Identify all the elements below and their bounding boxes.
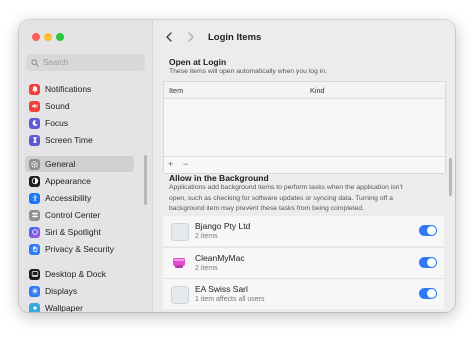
back-button[interactable] [162,30,176,44]
sidebar-item-accessibility[interactable]: Accessibility [25,190,134,206]
app-name: CleanMyMac [195,253,245,263]
sidebar-item-displays[interactable]: Displays [25,283,134,299]
sidebar-item-sound[interactable]: Sound [25,98,134,114]
settings-window: Search Notifications Sound Focus Screen … [19,20,455,312]
sidebar-item-privacy-security[interactable]: Privacy & Security [25,241,134,257]
minimize-window-button[interactable] [44,33,52,41]
table-header: Item Kind [164,82,445,99]
app-placeholder-icon [171,286,189,304]
sidebar-item-siri-spotlight[interactable]: Siri & Spotlight [25,224,134,240]
app-item-count: 2 items [195,233,218,240]
toggle-knob [427,289,436,298]
background-item-row: CleanMyMac 2 items [163,247,444,278]
search-input[interactable]: Search [26,54,145,71]
allow-background-description: Applications add background items to per… [169,183,437,215]
control-center-icon [29,209,40,221]
main-pane: Login Items Open at Login These items wi… [153,20,455,312]
background-item-toggle[interactable] [419,225,437,236]
page-title: Login Items [208,31,262,43]
login-items-table: Item Kind + − [163,81,446,174]
search-icon [31,58,39,67]
sidebar-item-general[interactable]: General [25,156,134,172]
sidebar-item-label: Wallpaper [45,303,83,312]
toggle-knob [427,258,436,267]
appearance-icon [29,175,40,187]
gear-icon [29,158,40,170]
app-item-count: 2 items [195,265,218,272]
hand-icon [29,243,40,255]
chevron-left-icon [166,32,172,42]
sidebar-item-label: Accessibility [45,193,92,203]
allow-background-heading: Allow in the Background [169,173,269,183]
dock-icon [29,268,40,280]
accessibility-icon [29,192,40,204]
bell-icon [29,83,40,95]
sidebar: Search Notifications Sound Focus Screen … [19,20,153,312]
remove-item-button[interactable]: − [183,159,188,169]
close-window-button[interactable] [32,33,40,41]
add-item-button[interactable]: + [168,159,173,169]
sidebar-item-wallpaper[interactable]: Wallpaper [25,300,134,312]
sidebar-item-screen-time[interactable]: Screen Time [25,132,134,148]
sidebar-item-label: Displays [45,286,78,296]
sidebar-item-label: Siri & Spotlight [45,227,101,237]
hourglass-icon [29,134,40,146]
app-item-count: 1 item affects all users [195,296,265,303]
wallpaper-icon [29,302,40,312]
open-at-login-subtitle: These items will open automatically when… [169,68,327,75]
toggle-knob [427,226,436,235]
siri-icon [29,226,40,238]
search-placeholder: Search [43,58,69,67]
sidebar-item-label: Control Center [45,210,101,220]
background-item-toggle[interactable] [419,257,437,268]
app-name: Bjango Pty Ltd [195,221,251,231]
sidebar-item-desktop-dock[interactable]: Desktop & Dock [25,266,134,282]
sidebar-item-label: General [45,159,76,169]
background-item-row: Bjango Pty Ltd 2 items [163,216,444,246]
column-header-kind[interactable]: Kind [310,86,325,95]
sidebar-item-control-center[interactable]: Control Center [25,207,134,223]
chevron-right-icon [188,32,194,42]
sidebar-scrollbar[interactable] [144,155,147,205]
main-scrollbar[interactable] [449,158,452,196]
sidebar-item-notifications[interactable]: Notifications [25,81,134,97]
forward-button[interactable] [184,30,198,44]
background-item-toggle[interactable] [419,288,437,299]
description-line: background item may prevent these tasks … [169,205,364,212]
sidebar-item-focus[interactable]: Focus [25,115,134,131]
sidebar-item-appearance[interactable]: Appearance [25,173,134,189]
zoom-window-button[interactable] [56,33,64,41]
background-item-row: EA Swiss Sarl 1 item affects all users [163,278,444,309]
toolbar: Login Items [153,20,455,54]
speaker-icon [29,100,40,112]
moon-icon [29,117,40,129]
sidebar-item-label: Screen Time [45,135,93,145]
table-footer: + − [164,156,445,173]
sun-icon [29,285,40,297]
sidebar-item-label: Desktop & Dock [45,269,106,279]
sidebar-item-label: Privacy & Security [45,244,114,254]
column-header-item[interactable]: Item [169,86,183,95]
cleanmymac-icon [171,255,187,271]
description-line: open, such as checking for software upda… [169,194,393,202]
app-name: EA Swiss Sarl [195,284,248,294]
sidebar-item-label: Appearance [45,176,91,186]
app-placeholder-icon [171,223,189,241]
sidebar-item-label: Notifications [45,84,92,94]
sidebar-item-label: Sound [45,101,70,111]
open-at-login-heading: Open at Login [169,57,227,67]
description-line: Applications add background items to per… [169,184,403,191]
sidebar-item-label: Focus [45,118,69,128]
